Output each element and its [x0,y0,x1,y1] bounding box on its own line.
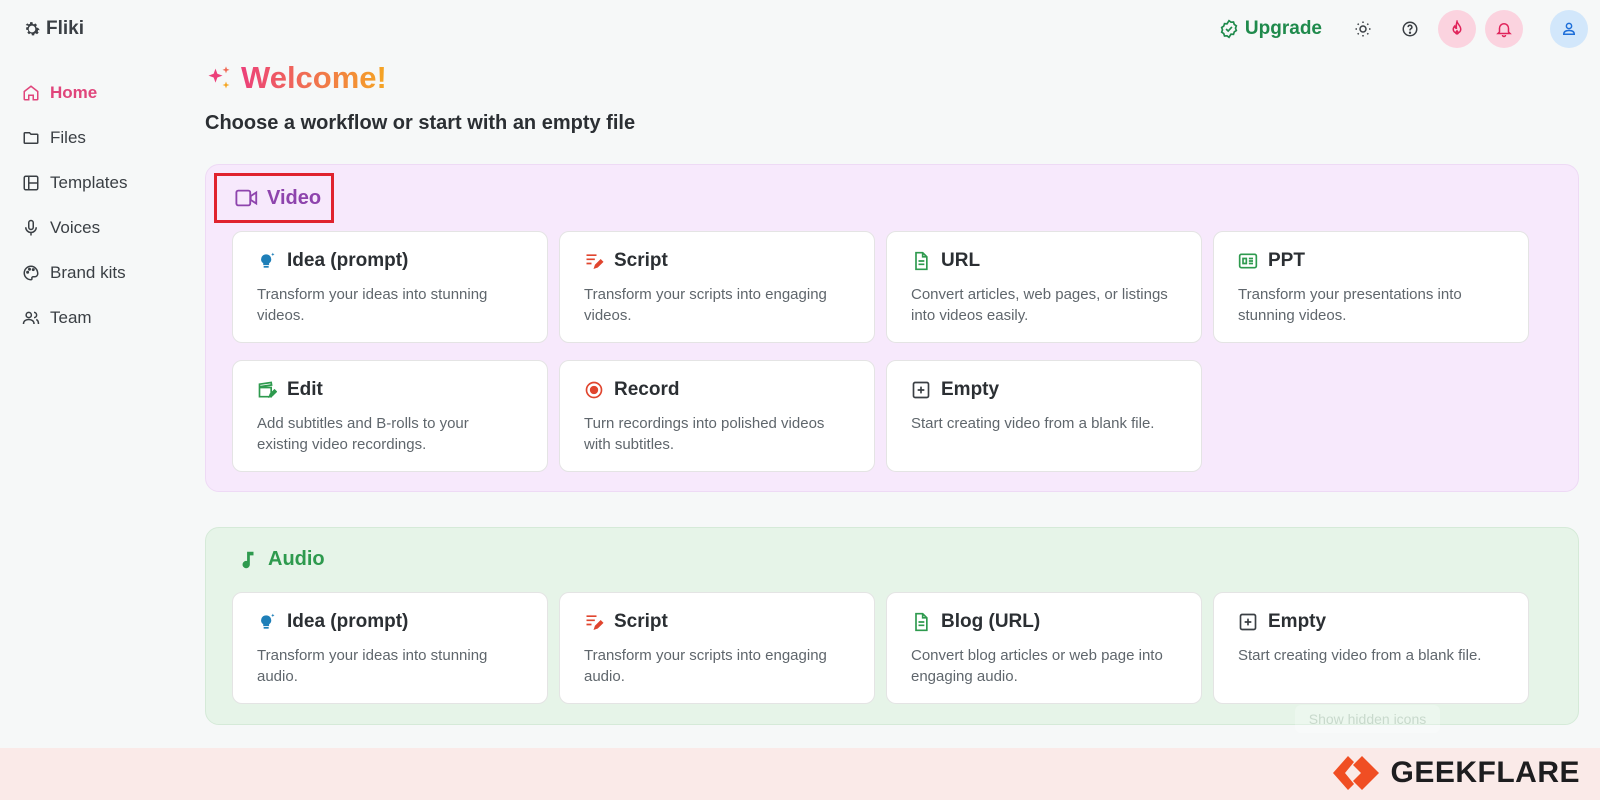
sidebar-item-files[interactable]: Files [22,115,127,160]
audio-section: Audio Idea (prompt) Transform your ideas… [205,527,1579,725]
audio-section-title: Audio [268,548,325,570]
geekflare-logo-icon [1333,756,1380,790]
sidebar-item-label: Brand kits [50,262,126,282]
user-icon [1562,22,1576,35]
sidebar-item-brand-kits[interactable]: Brand kits [22,250,127,295]
page-subtitle: Choose a workflow or start with an empty… [205,112,636,134]
audio-section-header[interactable]: Audio [236,548,325,571]
sun-icon [1355,21,1371,37]
watermark-text: GEEKFLARE [1390,756,1580,789]
sidebar-item-voices[interactable]: Voices [22,205,127,250]
sidebar-item-templates[interactable]: Templates [22,160,127,205]
bell-icon [1496,23,1512,38]
show-hidden-icons-tooltip: Show hidden icons [1295,705,1440,733]
sidebar-item-team[interactable]: Team [22,295,127,340]
card-description: Add subtitles and B-rolls to your existi… [257,415,469,453]
gear-icon [25,22,40,36]
card-description: Transform your scripts into engaging aud… [584,647,827,685]
plus-square-icon [912,381,930,399]
script-pen-icon [586,254,604,269]
card-title: Empty [941,379,1000,400]
card-title: URL [941,250,981,271]
theme-toggle-button[interactable] [1344,10,1382,48]
document-icon [915,251,928,271]
footer-banner: GEEKFLARE [0,748,1600,800]
lightbulb-icon [261,613,275,629]
audio-card-empty[interactable]: Empty Start creating video from a blank … [1213,592,1529,704]
lightbulb-icon [261,252,275,268]
video-section-header[interactable]: Video [214,173,335,223]
script-pen-icon [586,615,604,630]
team-icon [22,311,40,324]
card-description: Start creating video from a blank file. [1238,647,1482,664]
card-description: Convert articles, web pages, or listings… [911,286,1168,324]
presentation-icon [1238,253,1258,269]
streak-button[interactable] [1438,10,1476,48]
video-card-record[interactable]: Record Turn recordings into polished vid… [559,360,875,472]
video-card-idea[interactable]: Idea (prompt) Transform your ideas into … [232,231,548,343]
welcome-heading: Welcome! [205,60,387,96]
sidebar-item-label: Team [50,307,92,327]
video-section: Video Idea (prompt) Transform your ideas… [205,164,1579,492]
card-title: Idea (prompt) [287,250,409,271]
card-title: Script [614,611,668,632]
audio-card-blog-url[interactable]: Blog (URL) Convert blog articles or web … [886,592,1202,704]
home-icon [23,84,39,100]
microphone-icon [25,219,37,235]
card-title: Record [614,379,680,400]
card-description: Transform your presentations into stunni… [1238,286,1462,324]
notifications-button[interactable] [1485,10,1523,48]
video-card-script[interactable]: Script Transform your scripts into engag… [559,231,875,343]
app-logo[interactable]: Fliki [22,18,84,40]
card-description: Transform your ideas into stunning video… [257,286,488,324]
card-title: Idea (prompt) [287,611,409,632]
video-card-empty[interactable]: Empty Start creating video from a blank … [886,360,1202,472]
user-avatar-button[interactable] [1550,10,1588,48]
help-icon [1402,21,1418,37]
video-camera-icon [235,189,258,207]
geekflare-logo: GEEKFLARE [1332,754,1580,792]
video-card-edit[interactable]: Edit Add subtitles and B-rolls to your e… [232,360,548,472]
card-description: Transform your scripts into engaging vid… [584,286,827,324]
music-note-icon [242,551,254,568]
video-card-ppt[interactable]: PPT Transform your presentations into st… [1213,231,1529,343]
card-description: Turn recordings into polished videos wit… [584,415,825,453]
help-button[interactable] [1391,10,1429,48]
card-description: Start creating video from a blank file. [911,415,1155,432]
audio-card-idea[interactable]: Idea (prompt) Transform your ideas into … [232,592,548,704]
upgrade-button[interactable]: Upgrade [1219,18,1322,40]
card-title: Blog (URL) [941,611,1041,632]
top-bar: Upgrade [1219,10,1600,48]
clapperboard-edit-icon [258,381,277,398]
audio-card-script[interactable]: Script Transform your scripts into engag… [559,592,875,704]
video-section-title: Video [267,186,322,209]
card-description: Transform your ideas into stunning audio… [257,647,488,685]
sidebar: Fliki Home Files Templates Voices Brand … [0,0,190,748]
upgrade-label: Upgrade [1244,18,1322,39]
document-icon [915,612,928,632]
sidebar-item-label: Voices [50,217,101,237]
sidebar-item-label: Files [50,127,86,147]
record-icon [585,381,603,399]
card-title: PPT [1268,250,1305,271]
folder-icon [23,131,39,144]
video-card-url[interactable]: URL Convert articles, web pages, or list… [886,231,1202,343]
palette-icon [23,264,39,281]
card-description: Convert blog articles or web page into e… [911,647,1163,685]
badge-check-icon [1220,19,1238,39]
plus-square-icon [1239,613,1257,631]
sidebar-nav: Home Files Templates Voices Brand kits T… [22,70,127,340]
welcome-title: Welcome! [241,60,387,95]
templates-icon [23,175,39,190]
fire-icon [1452,20,1462,35]
card-title: Empty [1268,611,1327,632]
sparkles-icon [208,66,230,89]
card-title: Script [614,250,668,271]
card-title: Edit [287,379,323,400]
sidebar-item-label: Home [50,82,98,102]
sidebar-item-label: Templates [50,172,128,192]
app-name: Fliki [46,18,85,39]
sidebar-item-home[interactable]: Home [22,70,127,115]
